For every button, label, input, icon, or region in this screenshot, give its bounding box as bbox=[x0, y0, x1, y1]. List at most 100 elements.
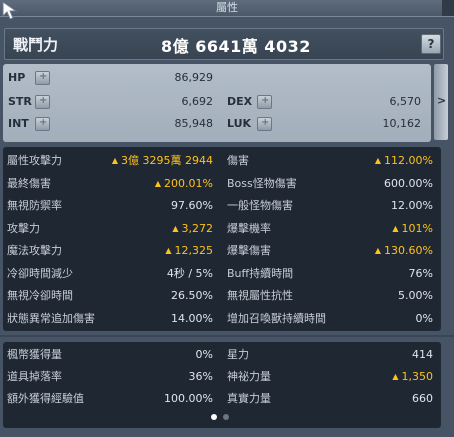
stat-value-str: 6,692 bbox=[181, 95, 214, 108]
extra-stats-panel: 楓幣獲得量 0% 道具掉落率 36% 額外獲得經驗值 100.00% 星力 414 神祕力量 ▲… bbox=[3, 342, 441, 428]
stat-label: 楓幣獲得量 bbox=[7, 348, 62, 361]
stat-value-text: 12,325 bbox=[174, 244, 214, 257]
stat-value: 0% bbox=[323, 311, 433, 327]
stat-label: 狀態異常追加傷害 bbox=[7, 311, 95, 325]
stat-label-hp: HP bbox=[8, 71, 26, 84]
stat-value-int: 85,948 bbox=[174, 117, 214, 130]
stat-value-text: 14.00% bbox=[171, 311, 213, 325]
stat-value-text: 76% bbox=[408, 266, 433, 280]
plus-icon: + bbox=[261, 95, 270, 106]
stat-value-text: 414 bbox=[412, 348, 433, 361]
page-dot-active[interactable] bbox=[211, 414, 217, 420]
stat-label: 增加召喚獸持續時間 bbox=[227, 311, 326, 325]
stat-label-luk: LUK bbox=[227, 117, 252, 130]
stat-value: 12.00% bbox=[323, 198, 433, 214]
stat-value-text: 101% bbox=[401, 221, 433, 235]
stat-label-dex: DEX bbox=[227, 95, 253, 108]
expand-detail-button[interactable]: > bbox=[434, 64, 448, 140]
stat-value: ▲ 3億 3295萬 2944 bbox=[103, 153, 213, 169]
stat-value-text: 1,350 bbox=[401, 370, 434, 383]
plus-icon: + bbox=[261, 117, 270, 128]
stat-value: 414 bbox=[323, 347, 433, 363]
stat-label-str: STR bbox=[8, 95, 32, 108]
section-divider bbox=[0, 335, 454, 337]
stat-value: 100.00% bbox=[103, 391, 213, 407]
stat-value: 0% bbox=[103, 347, 213, 363]
combat-power-label: 戰鬥力 bbox=[13, 36, 59, 54]
stat-value-text: 100.00% bbox=[164, 392, 213, 405]
increase-arrow-icon: ▲ bbox=[392, 223, 399, 233]
stat-value-text: 36% bbox=[188, 370, 213, 383]
int-add-button[interactable]: + bbox=[35, 117, 50, 131]
increase-arrow-icon: ▲ bbox=[392, 372, 399, 381]
dex-add-button[interactable]: + bbox=[257, 95, 272, 109]
stat-label: 爆擊傷害 bbox=[227, 244, 271, 257]
stat-value-text: 660 bbox=[412, 392, 433, 405]
stat-label: 無視屬性抗性 bbox=[227, 289, 293, 302]
page-dot[interactable] bbox=[223, 414, 229, 420]
stat-value-text: 97.60% bbox=[171, 199, 213, 212]
stat-label: 一般怪物傷害 bbox=[227, 199, 293, 212]
increase-arrow-icon: ▲ bbox=[374, 156, 382, 165]
stat-value-text: 600.00% bbox=[384, 176, 433, 190]
mouse-cursor-icon bbox=[2, 1, 18, 20]
stat-value-text: 26.50% bbox=[171, 289, 213, 302]
stat-value: 14.00% bbox=[103, 311, 213, 327]
stat-label: 額外獲得經驗值 bbox=[7, 392, 84, 405]
combat-power-bar: 戰鬥力 8億 6641萬 4032 ? bbox=[4, 28, 444, 60]
stat-value: 4秒 / 5% bbox=[103, 266, 213, 282]
stat-label: 魔法攻擊力 bbox=[7, 244, 62, 257]
stat-label: 真實力量 bbox=[227, 392, 271, 405]
stat-label: 星力 bbox=[227, 348, 249, 361]
stat-label: Boss怪物傷害 bbox=[227, 176, 297, 190]
chevron-right-icon: > bbox=[437, 94, 447, 107]
stat-value: ▲ 1,350 bbox=[323, 369, 433, 385]
stat-value: 600.00% bbox=[323, 176, 433, 192]
stat-label: 屬性攻擊力 bbox=[7, 154, 62, 167]
stat-value-text: 130.60% bbox=[384, 244, 433, 257]
increase-arrow-icon: ▲ bbox=[165, 246, 172, 255]
help-button[interactable]: ? bbox=[421, 34, 441, 54]
stat-value-text: 0% bbox=[415, 311, 433, 325]
base-stats-panel: HP + 86,929 STR + 6,692 DEX + 6,570 INT … bbox=[3, 64, 431, 142]
stat-value: ▲ 112.00% bbox=[323, 153, 433, 169]
stat-value-dex: 6,570 bbox=[389, 95, 422, 108]
stat-label: 爆擊機率 bbox=[227, 221, 271, 235]
stat-value-text: 4秒 / 5% bbox=[166, 266, 213, 280]
stat-value-text: 200.01% bbox=[164, 176, 213, 190]
increase-arrow-icon: ▲ bbox=[154, 178, 162, 188]
stats-window: 屬性 戰鬥力 8億 6641萬 4032 ? HP + 86,929 STR +… bbox=[0, 0, 454, 437]
str-add-button[interactable]: + bbox=[35, 95, 50, 109]
plus-icon: + bbox=[39, 95, 48, 106]
stat-value-text: 3億 3295萬 2944 bbox=[121, 154, 213, 167]
stat-label: 無視冷卻時間 bbox=[7, 289, 73, 302]
stat-label: Buff持續時間 bbox=[227, 266, 294, 280]
stat-value: ▲ 130.60% bbox=[323, 243, 433, 259]
stat-value: ▲ 200.01% bbox=[103, 176, 213, 192]
stat-value: 97.60% bbox=[103, 198, 213, 214]
window-title: 屬性 bbox=[216, 1, 238, 14]
stat-value: 36% bbox=[103, 369, 213, 385]
stat-label: 傷害 bbox=[227, 154, 249, 167]
stat-label: 無視防禦率 bbox=[7, 199, 62, 212]
stat-value: ▲ 101% bbox=[323, 221, 433, 237]
luk-add-button[interactable]: + bbox=[257, 117, 272, 131]
stat-value: 5.00% bbox=[323, 288, 433, 304]
hp-add-button[interactable]: + bbox=[35, 71, 50, 85]
stat-label-int: INT bbox=[8, 117, 29, 130]
stat-value-luk: 10,162 bbox=[382, 117, 422, 130]
detail-stats-panel: 屬性攻擊力 ▲ 3億 3295萬 2944 最終傷害 ▲ 200.01% 無視防禦率 97.6… bbox=[3, 147, 441, 331]
stat-value: 26.50% bbox=[103, 288, 213, 304]
stat-value: ▲ 3,272 bbox=[103, 221, 213, 237]
stat-value-text: 12.00% bbox=[391, 199, 433, 212]
stat-label: 冷卻時間減少 bbox=[7, 266, 73, 280]
stat-value-text: 0% bbox=[195, 348, 213, 361]
plus-icon: + bbox=[39, 71, 48, 82]
stat-value: 76% bbox=[323, 266, 433, 282]
stat-label: 神祕力量 bbox=[227, 370, 271, 383]
window-edge bbox=[442, 0, 454, 16]
title-bar[interactable]: 屬性 bbox=[0, 0, 454, 17]
stat-value-text: 3,272 bbox=[181, 221, 214, 235]
increase-arrow-icon: ▲ bbox=[374, 246, 382, 255]
stat-label: 道具掉落率 bbox=[7, 370, 62, 383]
